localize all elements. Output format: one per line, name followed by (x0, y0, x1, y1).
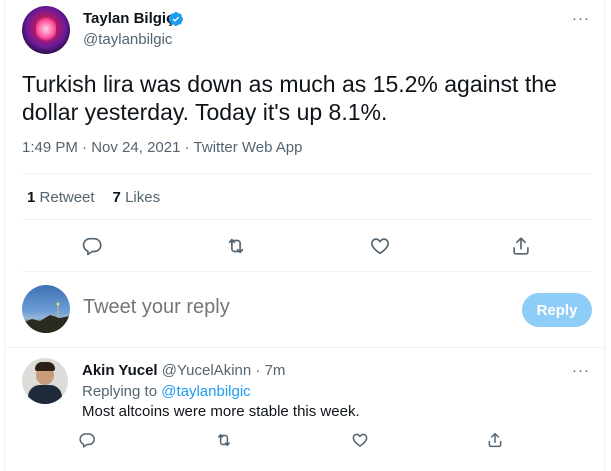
tweet-detail-panel: Taylan Bilgiç @taylanbilgic ··· Turkish … (4, 0, 606, 471)
reply-author-avatar[interactable] (22, 358, 68, 404)
more-options-icon[interactable]: ··· (572, 362, 590, 379)
reply-input[interactable] (83, 296, 483, 319)
verified-badge-icon (168, 12, 183, 26)
share-icon[interactable] (510, 235, 532, 257)
tweet-time[interactable]: 1:49 PM (22, 139, 78, 156)
likes-count: 7 (112, 189, 121, 206)
divider (22, 271, 592, 272)
retweets-label: Retweet (39, 189, 95, 206)
reply-icon[interactable] (81, 235, 103, 257)
heart-icon[interactable] (351, 431, 369, 449)
heart-icon[interactable] (369, 235, 391, 257)
more-options-icon[interactable]: ··· (572, 10, 590, 27)
meta-separator: · (184, 139, 190, 156)
replying-to-handle[interactable]: @taylanbilgic (161, 383, 250, 400)
tweet-stats: 1 Retweet 7 Likes (27, 189, 160, 206)
author-avatar[interactable] (22, 6, 70, 54)
reply-action-bar (5, 428, 606, 452)
likes-label: Likes (125, 189, 161, 206)
retweet-icon[interactable] (215, 431, 233, 449)
retweets-count: 1 (27, 189, 36, 206)
divider (5, 347, 606, 348)
author-handle[interactable]: @taylanbilgic (83, 31, 172, 48)
tweet-action-bar (5, 230, 606, 262)
replying-to-prefix: Replying to (82, 383, 158, 400)
likes-stat[interactable]: 7 Likes (113, 189, 161, 206)
reply-icon[interactable] (78, 431, 96, 449)
meta-separator: · (255, 362, 261, 379)
reply-author-handle[interactable]: @YucelAkinn (162, 362, 251, 379)
user-avatar[interactable] (22, 285, 70, 333)
reply-time[interactable]: 7m (265, 362, 286, 379)
tweet-source[interactable]: Twitter Web App (194, 139, 303, 156)
reply-author-name[interactable]: Akin Yucel (82, 362, 158, 379)
avatar-landscape-icon (22, 302, 70, 333)
meta-separator: · (82, 139, 88, 156)
reply-author-line: Akin Yucel @YucelAkinn · 7m (82, 362, 285, 379)
replying-to: Replying to @taylanbilgic (82, 383, 251, 400)
author-name[interactable]: Taylan Bilgiç (83, 10, 174, 27)
tweet-date[interactable]: Nov 24, 2021 (91, 139, 180, 156)
reply-button[interactable]: Reply (522, 293, 592, 327)
retweets-stat[interactable]: 1 Retweet (27, 189, 95, 206)
reply-text: Most altcoins were more stable this week… (82, 403, 360, 420)
tweet-text: Turkish lira was down as much as 15.2% a… (22, 71, 557, 125)
tweet-meta: 1:49 PM · Nov 24, 2021 · Twitter Web App (22, 139, 302, 156)
retweet-icon[interactable] (225, 235, 247, 257)
divider (22, 219, 592, 220)
share-icon[interactable] (486, 431, 504, 449)
divider (22, 173, 592, 174)
